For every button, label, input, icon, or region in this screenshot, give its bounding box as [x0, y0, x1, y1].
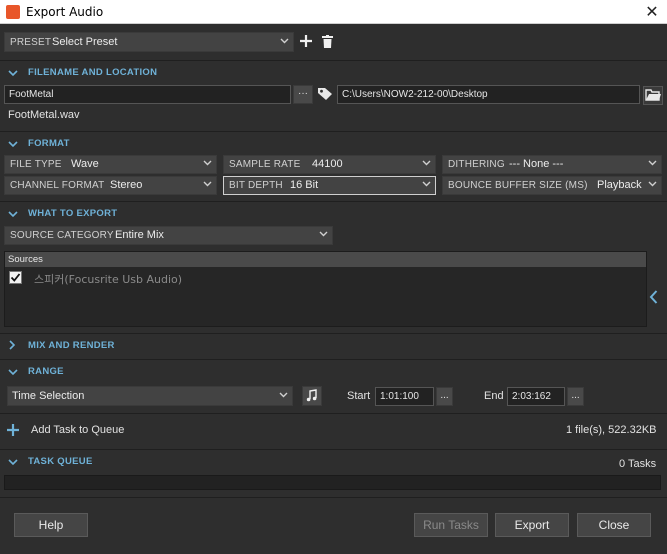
chevron-right-icon — [9, 340, 16, 353]
chevron-down-icon — [203, 181, 212, 189]
format-section-title: FORMAT — [28, 138, 70, 149]
chevron-down-icon — [319, 231, 328, 239]
tag-icon[interactable] — [317, 87, 333, 101]
sources-header: Sources — [5, 252, 646, 267]
dithering-value: --- None --- — [509, 158, 564, 170]
chevron-down-icon — [279, 392, 288, 400]
app-icon — [6, 5, 20, 19]
range-start-label: Start — [347, 390, 371, 402]
range-mode-dropdown[interactable]: Time Selection — [7, 386, 293, 406]
dithering-label: DITHERING — [448, 159, 505, 170]
window-close-button[interactable]: ✕ — [642, 2, 662, 22]
file-type-value: Wave — [71, 158, 99, 170]
file-type-label: FILE TYPE — [10, 159, 62, 170]
preset-dropdown[interactable]: PRESET Select Preset — [4, 32, 294, 52]
chevron-down-icon — [648, 181, 657, 189]
path-input[interactable]: C:\Users\NOW2-212-00\Desktop — [337, 85, 640, 104]
output-filename: FootMetal.wav — [8, 109, 80, 121]
preset-value: Select Preset — [52, 36, 118, 48]
chevron-down-icon — [8, 139, 18, 151]
channel-format-label: CHANNEL FORMAT — [10, 180, 105, 191]
bit-depth-label: BIT DEPTH — [229, 180, 283, 191]
channel-format-dropdown[interactable]: CHANNEL FORMAT Stereo — [4, 176, 217, 195]
bounce-buffer-dropdown[interactable]: BOUNCE BUFFER SIZE (MS) Playback — [442, 176, 662, 195]
bounce-buffer-label: BOUNCE BUFFER SIZE (MS) — [448, 180, 588, 191]
filename-input[interactable]: FootMetal — [4, 85, 291, 104]
export-button[interactable]: Export — [495, 513, 569, 537]
chevron-down-icon — [422, 160, 431, 168]
chevron-down-icon — [8, 367, 18, 379]
window-title: Export Audio — [26, 5, 104, 19]
range-start-picker-button[interactable]: ... — [436, 387, 453, 406]
range-end-input[interactable]: 2:03:162 — [507, 387, 565, 406]
chevron-down-icon — [280, 38, 289, 46]
task-queue-section-title: TASK QUEUE — [28, 456, 93, 467]
close-button[interactable]: Close — [577, 513, 651, 537]
add-task-row: Add Task to Queue 1 file(s), 522.32KB — [0, 413, 667, 449]
sources-header-label: Sources — [8, 254, 43, 265]
source-category-value: Entire Mix — [115, 229, 164, 241]
help-button[interactable]: Help — [14, 513, 88, 537]
bit-depth-dropdown[interactable]: BIT DEPTH 16 Bit — [223, 176, 436, 195]
folder-icon[interactable] — [643, 86, 663, 105]
range-section-title: RANGE — [28, 366, 64, 377]
range-end-picker-button[interactable]: ... — [567, 387, 584, 406]
chevron-down-icon — [8, 68, 18, 80]
source-category-label: SOURCE CATEGORY — [10, 230, 114, 241]
mix-render-section-title: MIX AND RENDER — [28, 340, 115, 351]
sample-rate-dropdown[interactable]: SAMPLE RATE 44100 — [223, 155, 436, 174]
trash-icon[interactable] — [322, 35, 333, 48]
add-task-button[interactable]: Add Task to Queue — [31, 424, 124, 436]
chevron-down-icon — [8, 209, 18, 221]
filename-section-title: FILENAME AND LOCATION — [28, 67, 158, 78]
format-section-header[interactable]: FORMAT — [0, 131, 667, 155]
source-checkbox[interactable] — [9, 271, 22, 284]
task-queue-section-header[interactable]: TASK QUEUE 0 Tasks — [0, 449, 667, 473]
channel-format-value: Stereo — [110, 179, 143, 191]
sample-rate-value: 44100 — [312, 158, 343, 170]
queue-summary: 1 file(s), 522.32KB — [566, 424, 657, 436]
dithering-dropdown[interactable]: DITHERING --- None --- — [442, 155, 662, 174]
add-preset-icon[interactable] — [300, 35, 312, 47]
task-queue-list — [4, 475, 661, 490]
range-end-label: End — [484, 390, 504, 402]
chevron-down-icon — [203, 160, 212, 168]
what-to-export-section-title: WHAT TO EXPORT — [28, 208, 118, 219]
source-item-label: 스피커(Focusrite Usb Audio) — [34, 273, 183, 286]
music-note-icon[interactable] — [302, 386, 322, 406]
range-section-header[interactable]: RANGE — [0, 359, 667, 383]
mix-render-section-header[interactable]: MIX AND RENDER — [0, 333, 667, 357]
filename-section-header[interactable]: FILENAME AND LOCATION — [0, 60, 667, 84]
bounce-buffer-value: Playback — [597, 179, 642, 191]
range-mode-value: Time Selection — [12, 390, 85, 402]
window-titlebar: Export Audio ✕ — [0, 0, 667, 24]
chevron-down-icon — [422, 181, 431, 189]
bit-depth-value: 16 Bit — [290, 179, 319, 191]
file-type-dropdown[interactable]: FILE TYPE Wave — [4, 155, 217, 174]
filename-options-button[interactable]: ··· — [293, 85, 313, 104]
run-tasks-button[interactable]: Run Tasks — [414, 513, 488, 537]
sources-panel: Sources 스피커(Focusrite Usb Audio) — [4, 251, 647, 327]
what-to-export-section-header[interactable]: WHAT TO EXPORT — [0, 201, 667, 225]
chevron-left-icon[interactable] — [649, 290, 658, 304]
chevron-down-icon — [8, 457, 18, 469]
task-count: 0 Tasks — [619, 458, 657, 470]
range-start-input[interactable]: 1:01:100 — [375, 387, 434, 406]
chevron-down-icon — [648, 160, 657, 168]
add-task-icon[interactable] — [7, 424, 19, 436]
sample-rate-label: SAMPLE RATE — [229, 159, 301, 170]
preset-label: PRESET — [10, 37, 52, 48]
source-category-dropdown[interactable]: SOURCE CATEGORY Entire Mix — [4, 226, 333, 245]
